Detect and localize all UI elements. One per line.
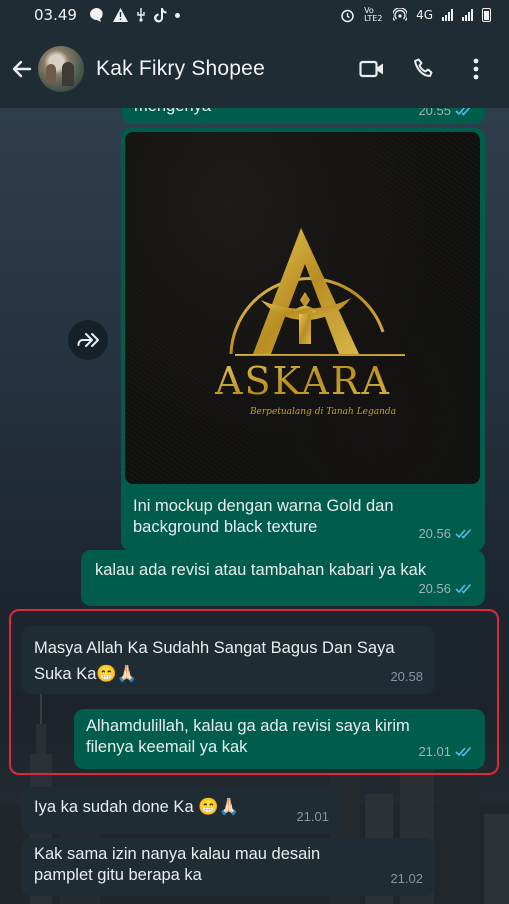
message-bubble-outgoing[interactable]: mengenya 20.55 — [122, 108, 485, 124]
more-options-button[interactable] — [463, 56, 489, 82]
double-check-icon — [455, 108, 471, 116]
logo-tagline-text: Berpetualang di Tanah Leganda — [249, 407, 396, 417]
volte-label: Vo LTE2 — [364, 6, 383, 23]
battery-icon — [482, 8, 491, 22]
message-time: 21.01 — [296, 809, 329, 824]
tiktok-icon — [153, 7, 167, 22]
message-text: mengenya — [134, 108, 211, 117]
logo-brand-text: ASKARA — [214, 359, 391, 403]
status-bar: 03.49 Vo LTE2 4G — [0, 0, 509, 30]
dot-icon — [174, 12, 180, 18]
chat-area[interactable]: mengenya 20.55 — [0, 108, 509, 904]
hotspot-icon — [393, 8, 408, 21]
status-time: 03.49 — [34, 6, 77, 24]
alarm-icon — [341, 9, 354, 22]
message-text: kalau ada revisi atau tambahan kabari ya… — [95, 561, 427, 579]
video-call-button[interactable] — [359, 56, 385, 82]
message-bubble-incoming[interactable]: Kak sama izin nanya kalau mau desain pam… — [21, 838, 435, 896]
forward-button[interactable] — [68, 320, 108, 360]
message-text: Iya ka sudah done Ka 😁🙏🏻 — [34, 798, 240, 816]
notification-icons — [89, 7, 180, 23]
back-button[interactable] — [8, 55, 36, 83]
voice-call-button[interactable] — [411, 56, 437, 82]
video-camera-icon — [359, 60, 383, 78]
image-caption: Ini mockup dengan warna Gold dan backgro… — [133, 497, 394, 536]
message-bubble-image[interactable]: ASKARA Berpetualang di Tanah Leganda Ini… — [121, 128, 485, 551]
highlight-annotation-box — [9, 609, 499, 775]
message-bubble-outgoing[interactable]: kalau ada revisi atau tambahan kabari ya… — [81, 550, 485, 606]
signal-2-icon — [462, 9, 473, 21]
more-vertical-icon — [473, 58, 479, 80]
message-bubble-incoming[interactable]: Iya ka sudah done Ka 😁🙏🏻 21.01 — [21, 787, 341, 834]
network-label: 4G — [416, 8, 433, 22]
contact-name[interactable]: Kak Fikry Shopee — [96, 57, 265, 81]
signal-1-icon — [442, 9, 453, 21]
message-time: 20.55 — [418, 108, 451, 118]
chat-header: Kak Fikry Shopee — [0, 30, 509, 108]
forward-icon — [77, 333, 99, 347]
message-text: Kak sama izin nanya kalau mau desain pam… — [34, 845, 321, 884]
arrow-left-icon — [12, 60, 32, 78]
system-icons: Vo LTE2 4G — [340, 7, 491, 23]
message-image[interactable]: ASKARA Berpetualang di Tanah Leganda — [125, 132, 480, 484]
message-time: 20.56 — [418, 581, 451, 596]
usb-icon — [137, 8, 145, 22]
double-check-icon — [455, 528, 472, 539]
chat-notification-icon — [89, 8, 103, 22]
contact-avatar[interactable] — [38, 46, 84, 92]
askara-logo-image: ASKARA Berpetualang di Tanah Leganda — [214, 228, 405, 417]
message-time: 21.02 — [390, 871, 423, 886]
warning-icon — [112, 8, 128, 22]
message-time: 20.56 — [418, 526, 451, 541]
phone-icon — [414, 58, 433, 77]
double-check-icon — [455, 583, 472, 594]
